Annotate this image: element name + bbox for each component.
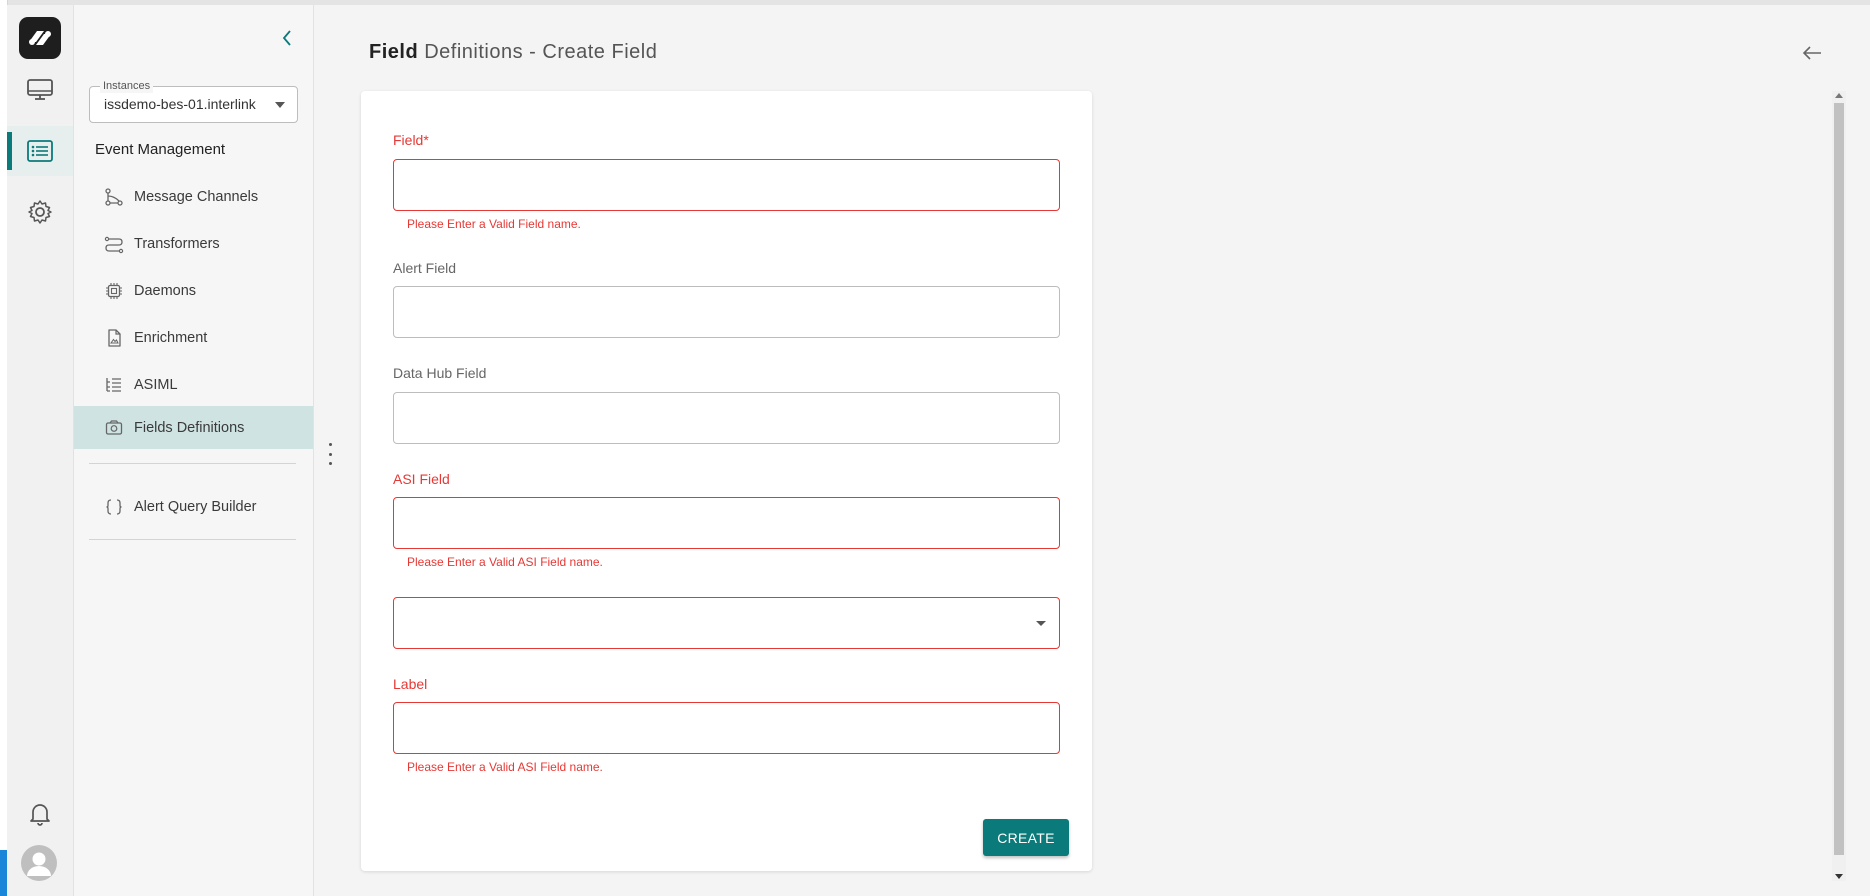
- label-input[interactable]: [393, 702, 1060, 754]
- chevron-down-icon: [275, 102, 285, 108]
- instances-value: issdemo-bes-01.interlink: [104, 96, 256, 112]
- field-input[interactable]: [393, 159, 1060, 211]
- avatar[interactable]: [21, 845, 57, 881]
- fields-icon: [104, 418, 124, 438]
- page-title-bold: Field: [369, 41, 419, 63]
- sidebar-item-asiml[interactable]: ASIML: [74, 363, 313, 406]
- scrollbar[interactable]: [1832, 91, 1846, 881]
- rail-monitor-button[interactable]: [7, 65, 73, 115]
- braces-icon: [104, 497, 124, 517]
- app-logo[interactable]: [19, 17, 61, 59]
- sidebar-item-transformers[interactable]: Transformers: [74, 222, 313, 265]
- sidebar-item-label: Fields Definitions: [134, 419, 245, 436]
- page-title-rest: Definitions - Create Field: [424, 41, 658, 63]
- alert-field-label: Alert Field: [393, 260, 457, 276]
- alert-field-input[interactable]: [393, 286, 1060, 338]
- sidebar-item-alert-query-builder[interactable]: Alert Query Builder: [74, 485, 313, 528]
- sidebar-item-enrichment[interactable]: Enrichment: [74, 316, 313, 359]
- sidebar-item-label: Transformers: [134, 235, 220, 252]
- scroll-down-icon[interactable]: [1835, 874, 1843, 879]
- sidebar-divider: [89, 463, 296, 464]
- list-icon: [27, 140, 53, 162]
- avatar-icon: [27, 852, 51, 876]
- section-title-event-management: Event Management: [95, 141, 226, 158]
- field-label: Field*: [393, 132, 429, 148]
- chip-icon: [104, 281, 124, 301]
- logo-icon: [29, 31, 51, 45]
- data-hub-field-label: Data Hub Field: [393, 365, 487, 381]
- data-hub-field-input[interactable]: [393, 392, 1060, 444]
- create-button[interactable]: CREATE: [983, 819, 1069, 856]
- notifications-button[interactable]: [7, 789, 73, 839]
- label-label: Label: [393, 676, 428, 692]
- sidebar-item-label: Enrichment: [134, 329, 208, 346]
- field-error: Please Enter a Valid Field name.: [407, 217, 581, 231]
- collapse-sidebar-button[interactable]: [272, 23, 302, 53]
- instances-label: Instances: [100, 79, 154, 93]
- sidebar-item-label: Alert Query Builder: [134, 498, 257, 515]
- asi-field-error: Please Enter a Valid ASI Field name.: [407, 555, 603, 569]
- back-button[interactable]: [1798, 40, 1826, 66]
- bell-icon: [30, 804, 50, 826]
- instances-select[interactable]: Instances issdemo-bes-01.interlink: [89, 79, 298, 123]
- icon-rail: [7, 5, 74, 896]
- chevron-left-icon: [282, 30, 291, 46]
- sidebar-item-label: Message Channels: [134, 188, 259, 205]
- rail-settings-button[interactable]: [7, 187, 73, 237]
- sidebar-item-message-channels[interactable]: Message Channels: [74, 175, 313, 218]
- taskbar-fragment: [0, 850, 7, 896]
- gear-icon: [28, 200, 52, 224]
- asi-field-input[interactable]: [393, 497, 1060, 549]
- scrollbar-thumb[interactable]: [1834, 103, 1844, 855]
- list-tree-icon: [104, 375, 124, 395]
- sidebar-item-label: Daemons: [134, 282, 197, 299]
- label-error: Please Enter a Valid ASI Field name.: [407, 760, 603, 774]
- sidebar-item-daemons[interactable]: Daemons: [74, 269, 313, 312]
- create-field-form: Field* Please Enter a Valid Field name. …: [361, 91, 1092, 871]
- scroll-up-icon[interactable]: [1835, 93, 1843, 98]
- page-title: Field Definitions - Create Field: [369, 41, 657, 64]
- chevron-down-icon: [1036, 621, 1046, 626]
- sidebar-resize-handle[interactable]: [325, 443, 335, 465]
- asi-field-label: ASI Field: [393, 471, 450, 487]
- arrow-left-icon: [1802, 46, 1821, 60]
- type-select[interactable]: [393, 597, 1060, 649]
- sidebar: Instances issdemo-bes-01.interlink Event…: [74, 5, 314, 896]
- message-channels-icon: [104, 187, 124, 207]
- transformers-icon: [104, 234, 124, 254]
- sidebar-divider: [89, 539, 296, 540]
- document-icon: [104, 328, 124, 348]
- sidebar-item-label: ASIML: [134, 376, 178, 393]
- monitor-icon: [27, 79, 53, 100]
- sidebar-item-fields-definitions[interactable]: Fields Definitions: [74, 406, 313, 449]
- rail-list-button[interactable]: [7, 126, 73, 176]
